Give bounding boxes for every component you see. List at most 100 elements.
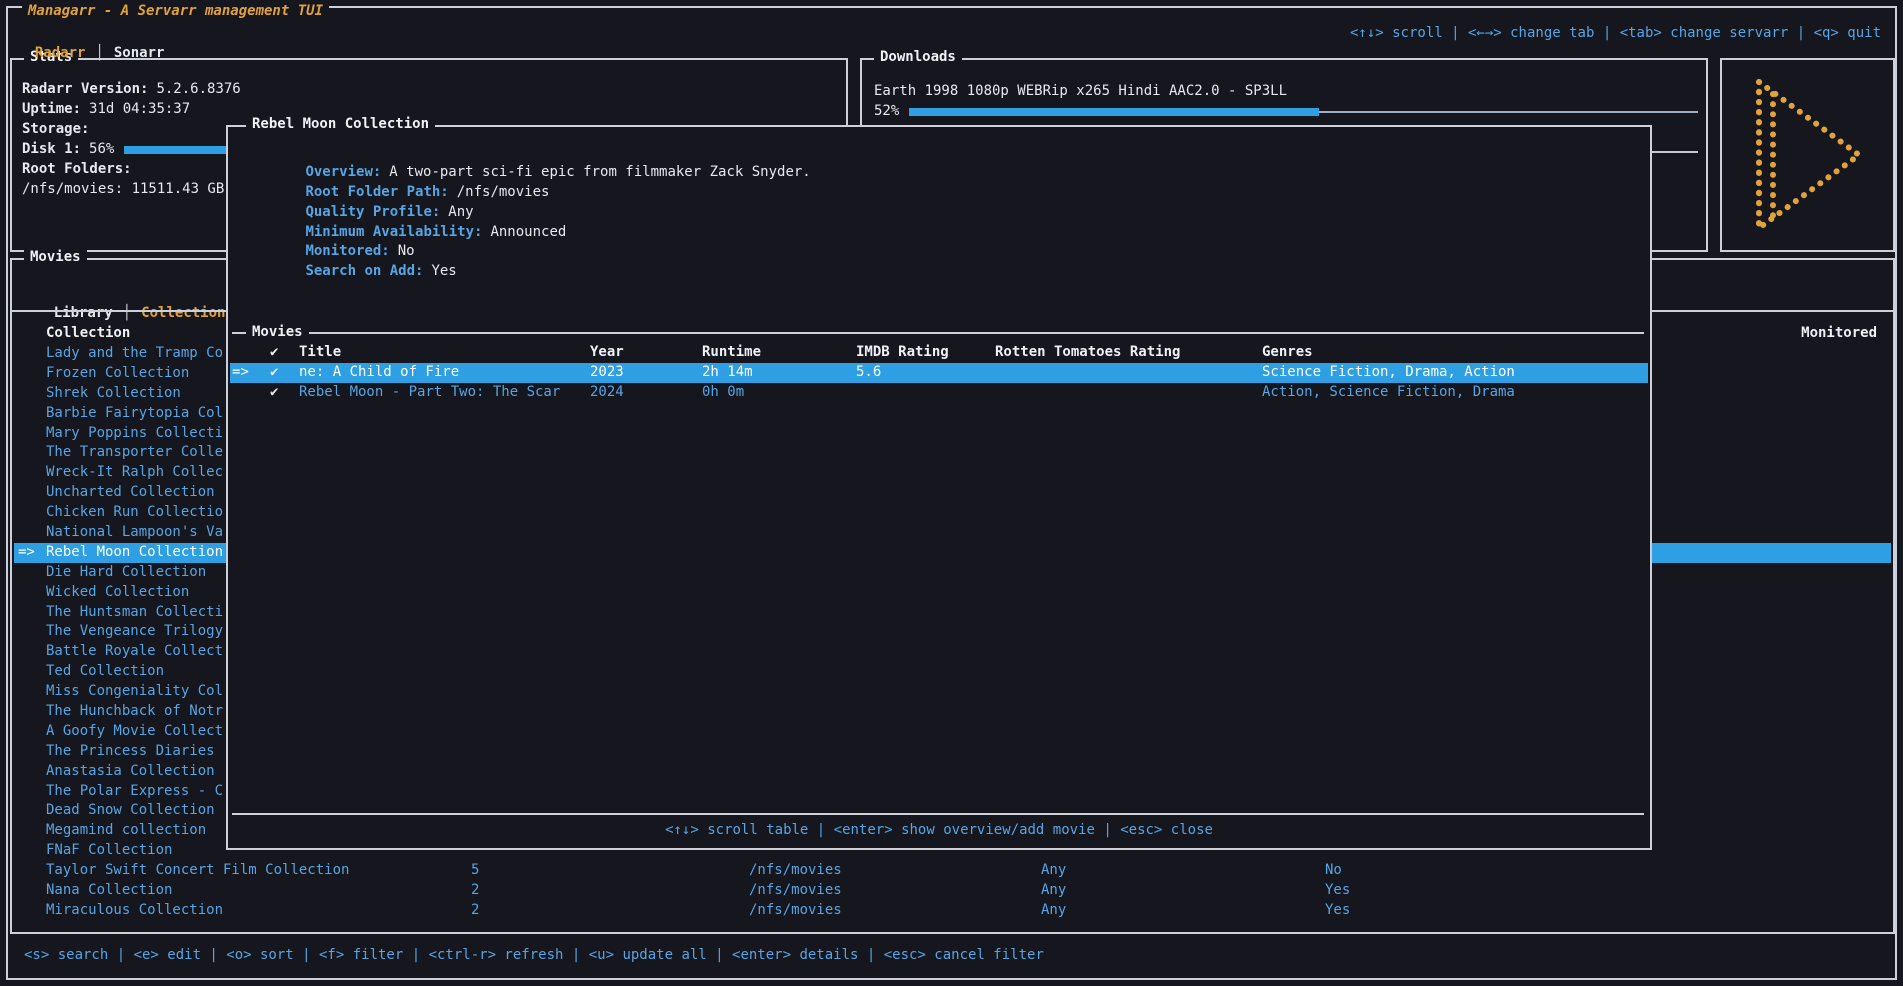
movies-table-rows: => ✔ ne: A Child of Fire 2023 2h 14m 5.6… <box>230 363 1648 403</box>
collection-name: The Hunchback of Notr <box>46 702 223 722</box>
movie-row[interactable]: ✔ Rebel Moon - Part Two: The Scar 2024 0… <box>230 383 1648 403</box>
header-year: Year <box>590 343 624 363</box>
modal-title: Rebel Moon Collection <box>246 115 435 135</box>
collection-name: Barbie Fairytopia Col <box>46 404 223 424</box>
movie-title: Rebel Moon - Part Two: The Scar <box>299 383 560 403</box>
info-label: Quality Profile: <box>305 204 440 220</box>
movie-runtime: 2h 14m <box>702 363 753 383</box>
collection-name: Battle Royale Collect <box>46 642 223 662</box>
info-value: Yes <box>431 263 456 279</box>
collection-name: Ted Collection <box>46 662 164 682</box>
info-value: Announced <box>490 224 566 240</box>
collection-name: Uncharted Collection <box>46 483 215 503</box>
info-value: Any <box>448 204 473 220</box>
movies-table-title: Movies <box>246 323 309 343</box>
collection-name: The Huntsman Collecti <box>46 603 223 623</box>
movie-genres: Action, Science Fiction, Drama <box>1262 383 1515 403</box>
movies-table-header: ✔ Title Year Runtime IMDB Rating Rotten … <box>230 343 1648 363</box>
movie-imdb-rating: 5.6 <box>856 363 881 383</box>
collection-name: Megamind collection <box>46 821 206 841</box>
collection-quality-profile: Any <box>1041 861 1066 881</box>
movie-year: 2023 <box>590 363 624 383</box>
collection-root-folder: /nfs/movies <box>749 901 842 921</box>
collection-name: Die Hard Collection <box>46 563 206 583</box>
collection-details-modal: Rebel Moon Collection Overview:A two-par… <box>226 125 1652 850</box>
info-value: /nfs/movies <box>457 184 550 200</box>
movie-runtime: 0h 0m <box>702 383 744 403</box>
monitored-check-icon: ✔ <box>270 383 278 403</box>
uptime-label: Uptime: <box>22 101 81 117</box>
movies-table-top-border <box>232 332 1644 334</box>
info-label: Minimum Availability: <box>305 224 482 240</box>
collection-name: Wicked Collection <box>46 583 189 603</box>
collection-name: FNaF Collection <box>46 841 172 861</box>
modal-keybinds: <↑↓> scroll table | <enter> show overvie… <box>228 821 1650 841</box>
disk-percent: 56% <box>89 140 114 160</box>
header-title: Title <box>299 343 341 363</box>
tab-divider: │ <box>123 305 131 321</box>
info-label: Overview: <box>305 164 381 180</box>
collection-quality-profile: Any <box>1041 901 1066 921</box>
collection-movie-count: 2 <box>471 881 479 901</box>
header-runtime: Runtime <box>702 343 761 363</box>
top-keybinds: <↑↓> scroll | <←→> change tab | <tab> ch… <box>1350 24 1881 44</box>
collection-info: Overview: A two-part sci-fi epic from fil… <box>238 143 1640 262</box>
collection-name: The Vengeance Trilogy <box>46 622 223 642</box>
collection-root-folder: /nfs/movies <box>749 881 842 901</box>
tab-collections[interactable]: Collections <box>141 305 234 321</box>
collection-quality-profile: Any <box>1041 881 1066 901</box>
collection-root-folder: /nfs/movies <box>749 861 842 881</box>
collection-name: Taylor Swift Concert Film Collection <box>46 861 349 881</box>
radarr-version-line: Radarr Version: 5.2.6.8376 <box>22 80 838 100</box>
info-label: Root Folder Path: <box>305 184 448 200</box>
collection-name: Miss Congeniality Col <box>46 682 223 702</box>
collection-search-on-add: Yes <box>1325 901 1350 921</box>
bottom-keybinds: <s> search | <e> edit | <o> sort | <f> f… <box>24 946 1044 966</box>
selection-arrow: => <box>232 363 249 383</box>
collection-name: Miraculous Collection <box>46 901 223 921</box>
download-gauge <box>909 102 1698 122</box>
header-imdb-rating: IMDB Rating <box>856 343 949 363</box>
collection-row[interactable]: Miraculous Collection 2 /nfs/movies Any … <box>14 901 1891 921</box>
gauge-fill <box>909 108 1319 116</box>
servarr-tabs: Radarr │ Sonarr <box>18 24 164 64</box>
header-monitored-check: ✔ <box>270 343 278 363</box>
collection-column-header: Collection <box>46 324 130 344</box>
app-title: Managarr - A Servarr management TUI <box>22 2 329 22</box>
tab-sonarr[interactable]: Sonarr <box>114 45 165 61</box>
collection-name: A Goofy Movie Collect <box>46 722 223 742</box>
collection-movie-count: 5 <box>471 861 479 881</box>
radarr-version-label: Radarr Version: <box>22 81 148 97</box>
info-line: Search on Add:Yes <box>238 242 1640 262</box>
info-line: Overview:A two-part sci-fi epic from fil… <box>238 143 1640 163</box>
tab-library[interactable]: Library <box>54 305 113 321</box>
collection-row[interactable]: Nana Collection 2 /nfs/movies Any Yes <box>14 881 1891 901</box>
download-item-title: Earth 1998 1080p WEBRip x265 Hindi AAC2.… <box>874 82 1698 102</box>
movie-row[interactable]: => ✔ ne: A Child of Fire 2023 2h 14m 5.6… <box>230 363 1648 383</box>
collection-search-on-add: Yes <box>1325 881 1350 901</box>
download-percent: 52% <box>874 102 899 122</box>
collection-row[interactable]: Taylor Swift Concert Film Collection 5 /… <box>14 861 1891 881</box>
downloads-panel-title: Downloads <box>874 48 962 68</box>
uptime-value: 31d 04:35:37 <box>89 101 190 117</box>
disk-label: Disk 1: <box>22 140 81 160</box>
info-value: No <box>398 243 415 259</box>
monitored-check-icon: ✔ <box>270 363 278 383</box>
movies-table-bottom-border <box>232 813 1644 815</box>
movie-genres: Science Fiction, Drama, Action <box>1262 363 1515 383</box>
collection-name: Chicken Run Collectio <box>46 503 223 523</box>
collection-name: Dead Snow Collection <box>46 801 215 821</box>
movie-title: ne: A Child of Fire <box>299 363 459 383</box>
logo-panel <box>1720 58 1895 252</box>
tab-radarr[interactable]: Radarr <box>35 45 86 61</box>
tab-divider: │ <box>95 45 103 61</box>
info-value: A two-part sci-fi epic from filmmaker Za… <box>389 164 810 180</box>
collection-name: Shrek Collection <box>46 384 181 404</box>
header-rotten-tomatoes-rating: Rotten Tomatoes Rating <box>995 343 1180 363</box>
monitored-column-header: Monitored <box>1801 324 1877 344</box>
collection-search-on-add: No <box>1325 861 1342 881</box>
collection-movie-count: 2 <box>471 901 479 921</box>
movies-panel-title: Movies <box>24 248 87 268</box>
collection-name: Nana Collection <box>46 881 172 901</box>
radarr-version-value: 5.2.6.8376 <box>156 81 240 97</box>
